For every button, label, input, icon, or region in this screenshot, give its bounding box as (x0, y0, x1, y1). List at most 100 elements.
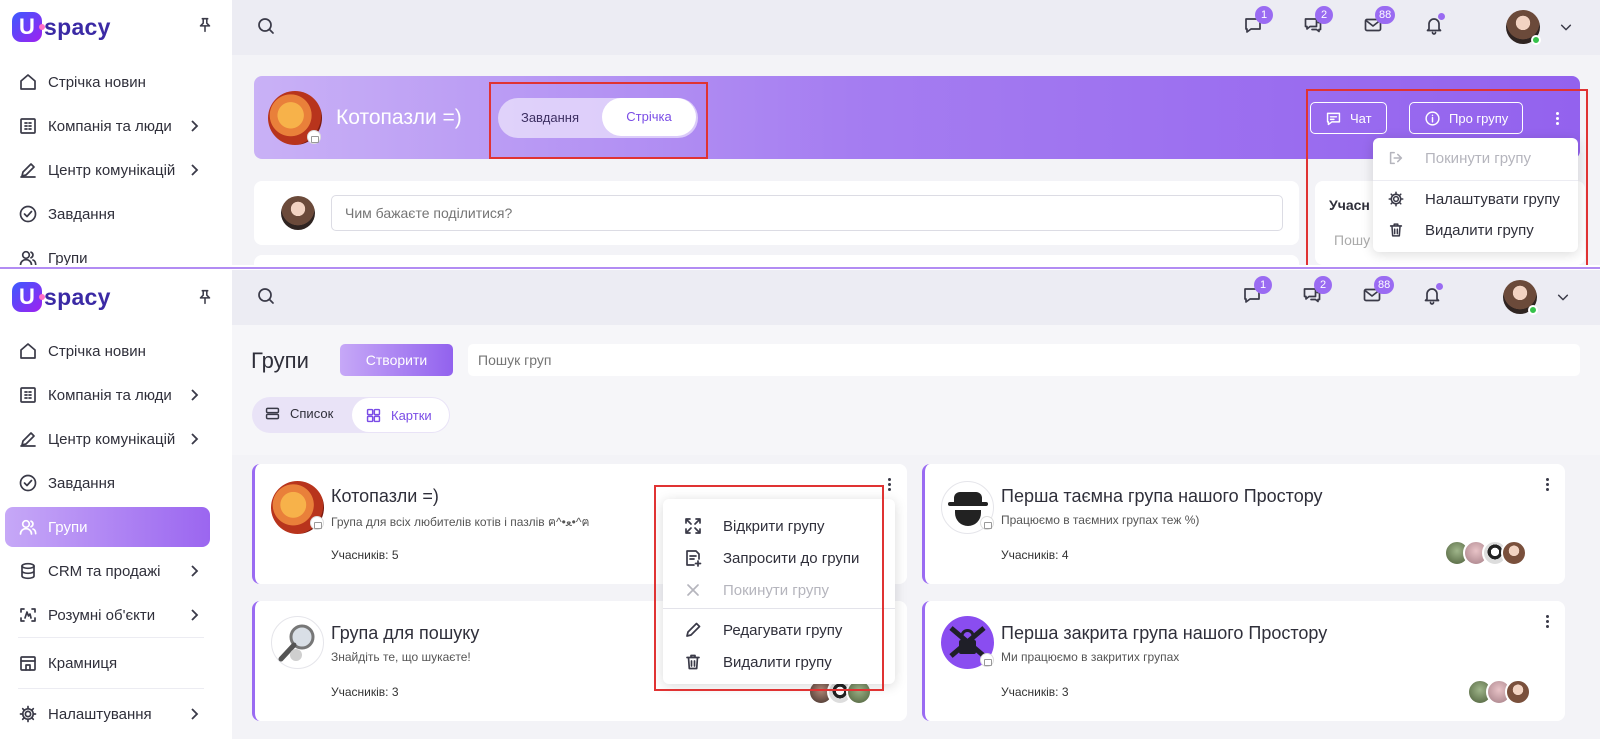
chat-button[interactable]: 1 (1243, 6, 1273, 35)
logo[interactable]: U spacy (12, 12, 111, 42)
gear-icon (18, 704, 38, 724)
member-avatars[interactable] (1467, 679, 1531, 705)
nav-item-communications[interactable]: Центр комунікацій (0, 148, 232, 192)
mail-button[interactable]: 88 (1363, 6, 1396, 35)
card-title[interactable]: Група для пошуку (331, 623, 479, 644)
members-prefix: Учасників: (1001, 548, 1059, 562)
edit-icon (18, 160, 38, 180)
groups-list-panel: U spacy Стрічка новин Компанія та люди Ц… (0, 270, 1600, 739)
chevron-right-icon (186, 387, 202, 403)
feed-card-edge (254, 255, 1299, 265)
members-count: 3 (391, 685, 399, 699)
nav-label: Стрічка новин (48, 342, 146, 360)
card-description: Ми працюємо в закритих групах (1001, 650, 1180, 664)
nav-label: Налаштування (48, 705, 152, 723)
group-card[interactable]: Перша закрита група нашого Простору Ми п… (922, 601, 1565, 721)
card-members: Учасників: 3 (1001, 685, 1069, 699)
logo-text: spacy (44, 283, 111, 310)
nav-label: Групи (48, 518, 88, 536)
chevron-right-icon (186, 706, 202, 722)
nav-label: Центр комунікацій (48, 430, 176, 448)
sidebar: U spacy Стрічка новин Компанія та люди Ц… (0, 270, 232, 739)
nav-item-store[interactable]: Крамниця (0, 638, 232, 688)
chevron-down-icon[interactable] (1556, 290, 1570, 304)
search-icon[interactable] (256, 286, 276, 306)
group-card[interactable]: Перша таємна група нашого Простору Працю… (922, 464, 1565, 584)
card-description: Група для всіх любителів котів і пазлів … (331, 515, 590, 529)
topbar: 1 2 88 (232, 0, 1600, 55)
mail-button[interactable]: 88 (1362, 276, 1395, 305)
nav-item-settings[interactable]: Налаштування (0, 689, 232, 739)
grid-icon (365, 407, 382, 424)
logo-text: spacy (44, 13, 111, 40)
page-title: Групи (251, 348, 309, 373)
notifications-button[interactable] (1422, 283, 1443, 305)
comments-badge: 2 (1314, 276, 1332, 294)
pin-icon[interactable] (196, 16, 214, 34)
nav-item-feed[interactable]: Стрічка новин (0, 329, 232, 373)
nav-label: Центр комунікацій (48, 161, 176, 179)
members-count: 5 (391, 548, 399, 562)
comments-button[interactable]: 2 (1302, 276, 1332, 305)
pin-icon[interactable] (196, 288, 214, 306)
nav-item-communications[interactable]: Центр комунікацій (0, 417, 232, 461)
more-icon[interactable] (1546, 615, 1550, 630)
secret-badge-icon (980, 516, 994, 530)
chat-badge: 1 (1254, 276, 1272, 294)
chevron-down-icon[interactable] (1559, 20, 1573, 34)
member-avatars[interactable] (1444, 540, 1527, 566)
view-list-option[interactable]: Список (264, 405, 333, 422)
composer-avatar (281, 196, 315, 230)
notifications-button[interactable] (1424, 13, 1445, 35)
spy-brim-icon (948, 502, 988, 506)
nav-label: Завдання (48, 205, 115, 223)
sidebar: U spacy Стрічка новин Компанія та люди Ц… (0, 0, 232, 265)
option-label: Список (290, 406, 334, 421)
chevron-right-icon (186, 563, 202, 579)
post-composer (254, 181, 1299, 245)
nav-item-company[interactable]: Компанія та люди (0, 373, 232, 417)
members-prefix: Учасників: (331, 548, 389, 562)
magnifier-icon (278, 624, 315, 662)
nav-item-company[interactable]: Компанія та люди (0, 104, 232, 148)
chat-badge: 1 (1255, 6, 1273, 24)
group-title: Котопазли =) (336, 106, 462, 129)
card-title[interactable]: Перша таємна група нашого Простору (1001, 486, 1323, 507)
check-circle-icon (18, 204, 38, 224)
members-count: 4 (1061, 548, 1069, 562)
lock-icon (310, 516, 324, 530)
nav-item-groups[interactable]: Групи (5, 507, 210, 547)
home-icon (18, 341, 38, 361)
search-icon[interactable] (256, 16, 276, 36)
nav-item-smart-objects[interactable]: Розумні об'єкти (0, 593, 232, 637)
more-icon[interactable] (888, 478, 892, 493)
nav-item-feed[interactable]: Стрічка новин (0, 60, 232, 104)
card-members: Учасників: 3 (331, 685, 399, 699)
nav-label: Завдання (48, 474, 115, 492)
chat-button[interactable]: 1 (1242, 276, 1272, 305)
home-icon (18, 72, 38, 92)
mail-badge: 88 (1374, 276, 1395, 294)
card-title[interactable]: Котопазли =) (331, 486, 439, 507)
nav-item-crm[interactable]: CRM та продажі (0, 549, 232, 593)
store-icon (18, 653, 38, 673)
logo[interactable]: U spacy (12, 282, 111, 312)
nav-item-groups[interactable]: Групи (0, 236, 232, 265)
company-icon (18, 385, 38, 405)
user-avatar[interactable] (1506, 10, 1541, 45)
nav-label: Компанія та люди (48, 386, 172, 404)
post-input[interactable] (331, 195, 1283, 231)
comments-button[interactable]: 2 (1303, 6, 1333, 35)
user-avatar[interactable] (1503, 280, 1538, 315)
topbar: 1 2 88 (232, 270, 1600, 325)
group-search-input[interactable] (468, 344, 1580, 376)
chevron-right-icon (186, 607, 202, 623)
nav-item-tasks[interactable]: Завдання (0, 192, 232, 236)
card-description: Працюємо в таємних групах теж %) (1001, 513, 1200, 527)
nav-item-tasks[interactable]: Завдання (0, 461, 232, 505)
more-icon[interactable] (1546, 478, 1550, 493)
card-title[interactable]: Перша закрита група нашого Простору (1001, 623, 1327, 644)
create-group-button[interactable]: Створити (340, 344, 453, 376)
view-cards-option[interactable]: Картки (352, 398, 449, 432)
check-circle-icon (18, 473, 38, 493)
